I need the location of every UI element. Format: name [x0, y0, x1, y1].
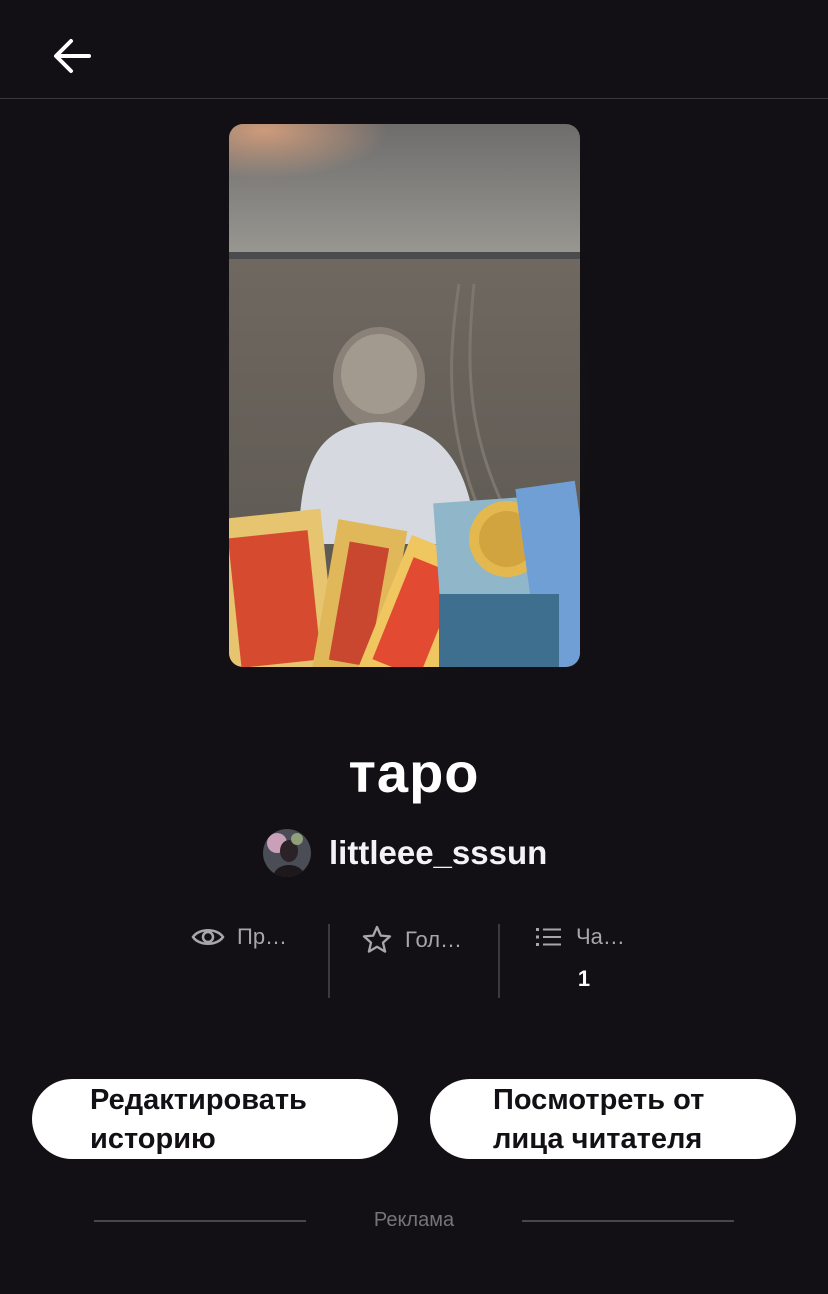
stat-reads: Пр… — [191, 924, 321, 1000]
stat-reads-label: Пр… — [237, 924, 288, 949]
stat-parts-value: 1 — [577, 966, 591, 991]
stat-divider — [328, 924, 330, 998]
author-link[interactable]: littleee_sssun — [263, 828, 547, 878]
story-stats: Пр… Гол… Ча… 1 — [160, 924, 670, 1000]
edit-story-button[interactable]: Редактировать историю — [32, 1079, 398, 1159]
story-cover-image — [229, 124, 580, 667]
reader-preview-button[interactable]: Посмотреть от лица читателя — [430, 1079, 796, 1159]
top-bar — [0, 0, 828, 99]
list-icon — [536, 928, 561, 946]
stat-parts: Ча… 1 — [534, 924, 654, 1000]
star-icon — [362, 925, 392, 953]
story-title: таро — [348, 741, 480, 804]
author-name: littleee_sssun — [329, 834, 548, 871]
edit-story-label: Редактировать историю — [90, 1084, 307, 1155]
reader-preview-label: Посмотреть от лица читателя — [493, 1084, 705, 1155]
stat-parts-label: Ча… — [576, 924, 625, 949]
ad-separator: Реклама — [94, 1206, 734, 1236]
eye-icon — [191, 929, 225, 945]
stat-votes-label: Гол… — [405, 927, 463, 952]
ad-line-right — [522, 1220, 734, 1222]
back-button[interactable] — [44, 28, 100, 84]
arrow-left-icon — [54, 39, 91, 73]
stat-votes: Гол… — [361, 924, 491, 1000]
stat-divider — [498, 924, 500, 998]
author-avatar[interactable] — [263, 829, 311, 877]
